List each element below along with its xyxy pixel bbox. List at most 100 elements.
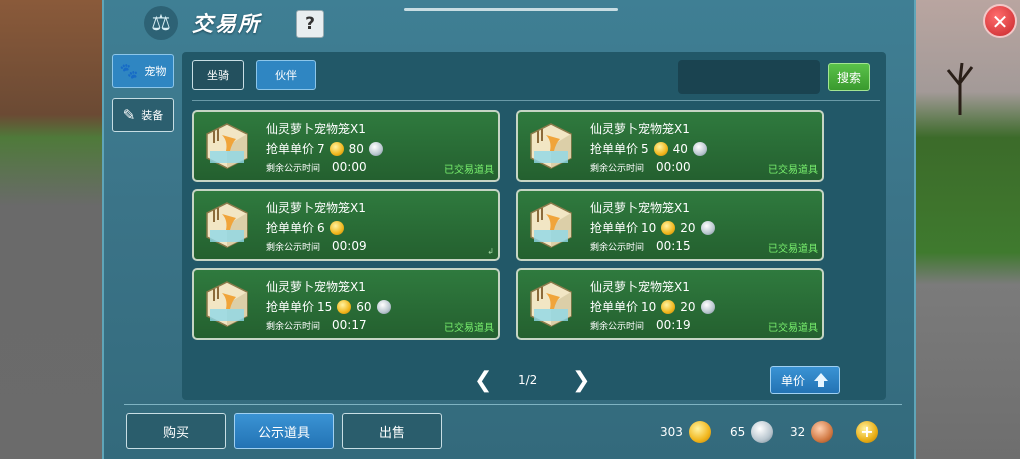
side-tab-label: 宠物: [144, 65, 167, 78]
silver-coin-icon: [700, 299, 715, 314]
item-name: 仙灵萝卜宠物笼X1: [590, 280, 690, 294]
prev-page-button[interactable]: ❮: [474, 370, 492, 392]
search-input[interactable]: [678, 60, 820, 94]
gold-price: 7: [317, 141, 325, 156]
gold-coin-icon: [337, 299, 352, 314]
pet-cage-icon: [206, 281, 248, 327]
silver-coin-icon: [700, 220, 715, 235]
silver-price: 60: [356, 299, 372, 314]
gold-price: 6: [317, 220, 325, 235]
gold-price: 10: [641, 220, 657, 235]
side-tab-pet[interactable]: 🐾 宠物: [112, 54, 174, 88]
price-label: 抢单单价: [266, 300, 315, 314]
item-name: 仙灵萝卜宠物笼X1: [590, 201, 690, 215]
silver-price: 20: [680, 299, 696, 314]
silver-coin-icon: [376, 299, 391, 314]
page-indicator: 1/2: [518, 373, 538, 387]
silver-coin-icon: [751, 421, 774, 443]
gold-coin-icon: [661, 299, 676, 314]
price-label: 抢单单价: [590, 221, 639, 235]
title-bar: ⚖ 交易所 ? ✕: [104, 0, 1017, 44]
item-price: 抢单单价 10 20: [590, 298, 717, 315]
item-time: 剩余公示时间 00:19: [590, 318, 691, 332]
tab-buy[interactable]: 购买: [126, 413, 226, 449]
listing-card[interactable]: 仙灵萝卜宠物笼X1 抢单单价 6 剩余公示时间 00:09 ↲: [192, 189, 500, 261]
status-badge: 已交易道具: [768, 165, 818, 176]
time-label: 剩余公示时间: [266, 321, 321, 332]
listing-card[interactable]: 仙灵萝卜宠物笼X1 抢单单价 10 20 剩余公示时间 00:19 已交易道具: [516, 268, 824, 340]
gold-coin-icon: [329, 220, 344, 235]
item-time: 剩余公示时间 00:15: [590, 239, 691, 253]
time-value: 00:17: [332, 318, 367, 332]
paw-icon: 🐾: [119, 62, 139, 80]
side-tab-equipment[interactable]: ✎ 装备: [112, 98, 174, 132]
silver-price: 80: [348, 141, 364, 156]
item-name: 仙灵萝卜宠物笼X1: [266, 201, 366, 215]
tree-icon: [946, 62, 974, 115]
item-price: 抢单单价 5 40: [590, 140, 709, 157]
tab-public-items[interactable]: 公示道具: [234, 413, 334, 449]
scales-icon: ⚖: [144, 6, 178, 40]
sort-arrow-up-icon: [814, 373, 828, 387]
time-label: 剩余公示时间: [590, 242, 645, 253]
gold-price: 10: [641, 299, 657, 314]
price-label: 抢单单价: [266, 142, 315, 156]
silver-price: 20: [680, 220, 696, 235]
silver-balance: 65: [730, 421, 774, 443]
item-price: 抢单单价 10 20: [590, 219, 717, 236]
next-page-button[interactable]: ❯: [572, 370, 590, 392]
status-badge: 已交易道具: [444, 165, 494, 176]
time-value: 00:15: [656, 239, 691, 253]
silver-amount: 65: [730, 425, 746, 439]
item-name: 仙灵萝卜宠物笼X1: [266, 280, 366, 294]
bronze-coin-icon: [811, 421, 834, 443]
help-button[interactable]: ?: [296, 10, 324, 38]
time-label: 剩余公示时间: [266, 242, 321, 253]
silver-price: 40: [672, 141, 688, 156]
price-label: 抢单单价: [590, 142, 639, 156]
status-badge: 已交易道具: [768, 244, 818, 255]
tab-partner[interactable]: 伙伴: [256, 60, 316, 90]
item-time: 剩余公示时间 00:09: [266, 239, 367, 253]
item-name: 仙灵萝卜宠物笼X1: [590, 122, 690, 136]
item-price: 抢单单价 6: [266, 219, 349, 236]
status-badge: 已交易道具: [444, 323, 494, 334]
listing-card[interactable]: 仙灵萝卜宠物笼X1 抢单单价 10 20 剩余公示时间 00:15 已交易道具: [516, 189, 824, 261]
drag-handle: [404, 8, 618, 11]
gold-balance: 303: [660, 421, 711, 443]
pet-cage-icon: [206, 123, 248, 169]
item-name: 仙灵萝卜宠物笼X1: [266, 122, 366, 136]
time-value: 00:00: [332, 160, 367, 174]
gold-coin-icon: [653, 141, 668, 156]
silver-coin-icon: [368, 141, 383, 156]
background-scene-right: [910, 0, 1020, 459]
time-value: 00:00: [656, 160, 691, 174]
window-title: 交易所: [192, 12, 261, 36]
time-label: 剩余公示时间: [590, 163, 645, 174]
pet-cage-icon: [206, 202, 248, 248]
pet-cage-icon: [530, 281, 572, 327]
gold-coin-icon: [329, 141, 344, 156]
listing-card[interactable]: 仙灵萝卜宠物笼X1 抢单单价 5 40 剩余公示时间 00:00 已交易道具: [516, 110, 824, 182]
bottom-divider: [124, 404, 902, 405]
listing-card[interactable]: 仙灵萝卜宠物笼X1 抢单单价 15 60 剩余公示时间 00:17 已交易道具: [192, 268, 500, 340]
gold-amount: 303: [660, 425, 683, 439]
add-currency-button[interactable]: +: [856, 421, 878, 443]
close-button[interactable]: ✕: [983, 4, 1017, 38]
tab-mount[interactable]: 坐骑: [192, 60, 244, 90]
time-label: 剩余公示时间: [266, 163, 321, 174]
bronze-amount: 32: [790, 425, 806, 439]
side-tab-label: 装备: [141, 109, 164, 122]
search-button[interactable]: 搜索: [828, 63, 870, 91]
equipment-icon: ✎: [122, 106, 136, 124]
tab-sell[interactable]: 出售: [342, 413, 442, 449]
item-time: 剩余公示时间 00:00: [590, 160, 691, 174]
item-time: 剩余公示时间 00:00: [266, 160, 367, 174]
sort-unit-price-button[interactable]: 单价: [770, 366, 840, 394]
sort-label: 单价: [780, 373, 805, 388]
corner-mark-icon: ↲: [487, 247, 494, 256]
exchange-panel: ⚖ 交易所 ? ✕ 🐾 宠物 ✎ 装备 坐骑 伙伴 搜索 仙灵萝卜宠物笼X1 抢…: [102, 0, 1017, 459]
listing-card[interactable]: 仙灵萝卜宠物笼X1 抢单单价 7 80 剩余公示时间 00:00 已交易道具: [192, 110, 500, 182]
listing-area: 坐骑 伙伴 搜索 仙灵萝卜宠物笼X1 抢单单价 7 80 剩余公示时间 00:0…: [182, 52, 886, 400]
gold-price: 15: [317, 299, 333, 314]
